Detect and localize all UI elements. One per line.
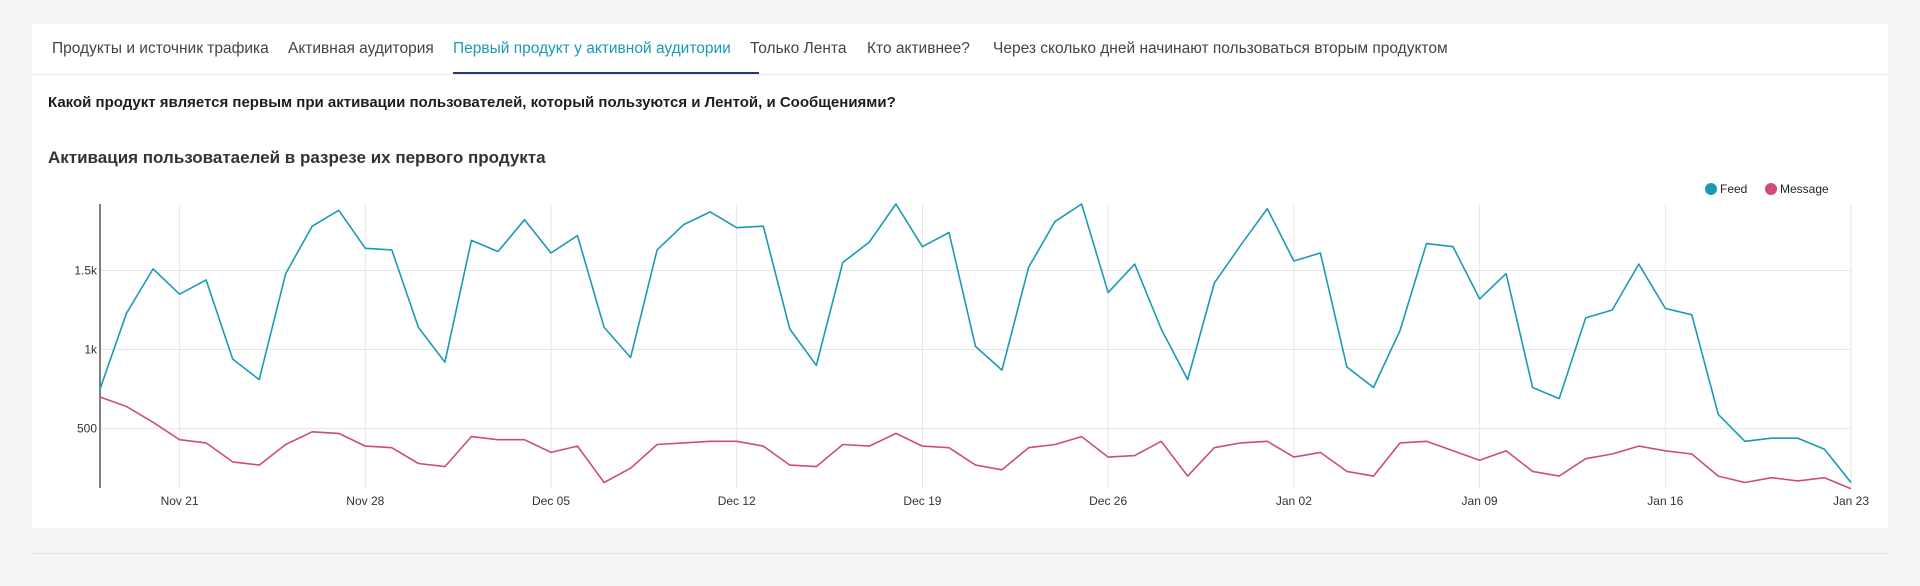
x-tick-label: Jan 23 — [1833, 494, 1869, 508]
y-tick-label: 1.5k — [74, 263, 98, 277]
series-line-message — [99, 396, 1852, 490]
legend: Feed Message — [1705, 182, 1829, 196]
legend-marker — [1705, 183, 1717, 195]
x-tick-label: Dec 19 — [903, 494, 941, 508]
legend-marker — [1765, 183, 1777, 195]
x-tick-label: Dec 26 — [1089, 494, 1127, 508]
x-tick-label: Dec 12 — [718, 494, 756, 508]
legend-label: Feed — [1720, 182, 1747, 196]
x-tick-label: Jan 09 — [1462, 494, 1498, 508]
series-line-feed — [99, 203, 1852, 483]
series — [99, 203, 1852, 490]
y-tick-label: 1k — [84, 343, 98, 357]
line-chart: Nov 21 Nov 28 Dec 05 Dec 12 Dec 19 Dec 26 Jan … — [74, 182, 1869, 508]
y-tick-label: 500 — [77, 422, 97, 436]
divider — [32, 553, 1888, 554]
x-tick-label: Nov 28 — [346, 494, 384, 508]
x-tick-label: Jan 16 — [1647, 494, 1683, 508]
legend-label: Message — [1780, 182, 1829, 196]
x-tick-label: Dec 05 — [532, 494, 570, 508]
x-tick-label: Nov 21 — [161, 494, 199, 508]
x-tick-label: Jan 02 — [1276, 494, 1312, 508]
